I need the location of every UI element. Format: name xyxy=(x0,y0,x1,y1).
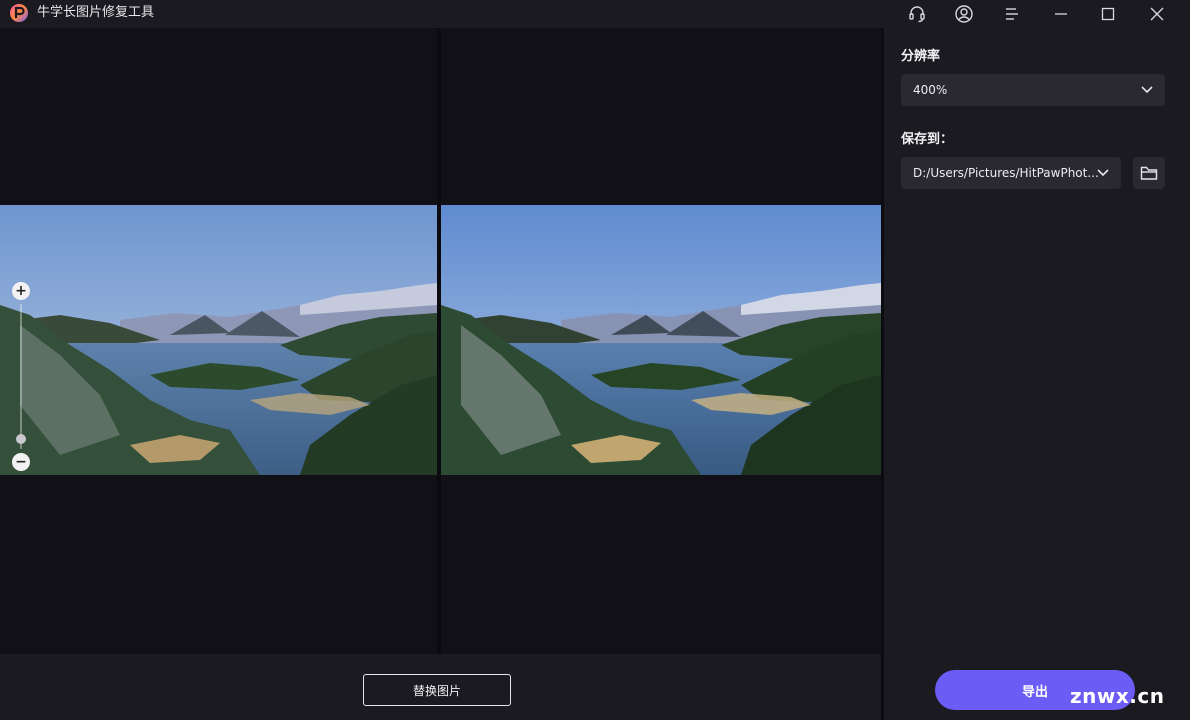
headset-icon xyxy=(909,6,925,23)
zoom-in-button[interactable]: + xyxy=(12,282,30,300)
menu-button[interactable] xyxy=(989,0,1035,28)
menu-icon xyxy=(1006,8,1018,20)
browse-folder-button[interactable] xyxy=(1133,157,1165,189)
zoom-slider-handle[interactable] xyxy=(16,434,26,444)
close-icon xyxy=(1150,7,1164,21)
app-title: 牛学长图片修复工具 xyxy=(37,5,155,20)
zoom-out-button[interactable]: − xyxy=(12,453,30,471)
watermark-text: znwx.cn xyxy=(1070,684,1165,708)
support-button[interactable] xyxy=(894,0,940,28)
replace-image-button[interactable]: 替换图片 xyxy=(363,674,511,706)
minimize-button[interactable] xyxy=(1038,0,1084,28)
folder-icon xyxy=(1140,166,1158,180)
title-bar: 牛学长图片修复工具 xyxy=(0,0,1190,28)
original-image xyxy=(0,205,437,475)
save-path-value: D:/Users/Pictures/HitPawPhot... xyxy=(913,166,1099,180)
maximize-button[interactable] xyxy=(1085,0,1131,28)
user-icon xyxy=(955,5,973,23)
resolution-label: 分辨率 xyxy=(901,49,941,64)
maximize-icon xyxy=(1101,7,1115,21)
account-button[interactable] xyxy=(941,0,987,28)
save-to-label: 保存到： xyxy=(901,132,954,147)
zoom-control: + − xyxy=(12,282,30,472)
app-logo-icon xyxy=(10,4,28,22)
resolution-value: 400% xyxy=(913,83,948,97)
chevron-down-icon xyxy=(1097,169,1109,177)
enhanced-image xyxy=(441,205,881,475)
close-button[interactable] xyxy=(1134,0,1180,28)
save-path-select[interactable]: D:/Users/Pictures/HitPawPhot... xyxy=(901,157,1121,189)
zoom-slider-track[interactable] xyxy=(20,304,22,449)
chevron-down-icon xyxy=(1141,86,1153,94)
minimize-icon xyxy=(1055,13,1067,15)
resolution-select[interactable]: 400% xyxy=(901,74,1165,106)
